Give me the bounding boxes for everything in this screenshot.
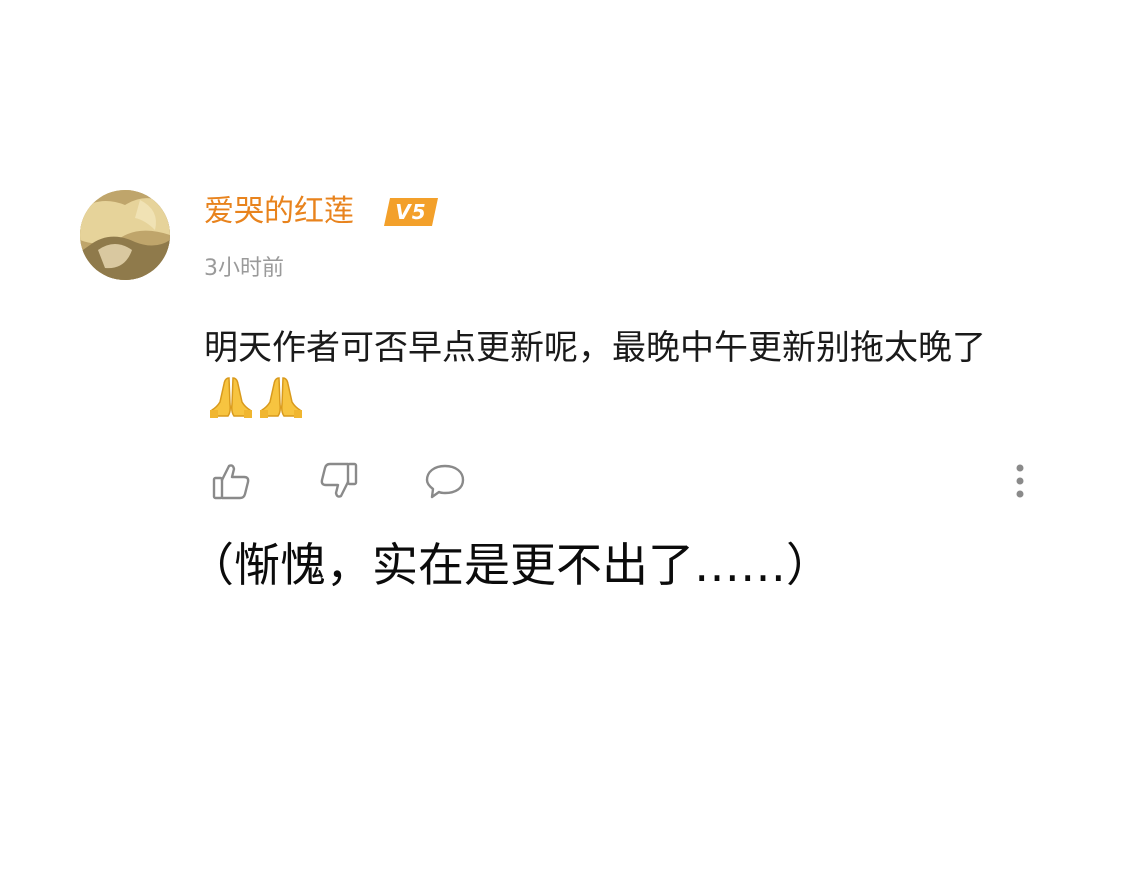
caption-text: （惭愧，实在是更不出了……） <box>188 538 832 592</box>
user-avatar[interactable] <box>80 190 170 280</box>
comment-bubble-icon <box>425 464 465 499</box>
level-badge: V5 <box>382 196 440 228</box>
thumbs-down-icon <box>320 462 358 498</box>
thumbs-up-icon <box>212 464 250 500</box>
level-badge-label: V5 <box>395 200 427 224</box>
folded-hands-icon <box>258 374 304 433</box>
folded-hands-icon <box>208 374 254 433</box>
like-button[interactable] <box>208 458 254 504</box>
more-options-button[interactable] <box>1000 458 1040 504</box>
comment-text: 明天作者可否早点更新呢，最晚中午更新别拖太晚了 <box>204 328 986 368</box>
comment-body: 明天作者可否早点更新呢，最晚中午更新别拖太晚了 <box>204 322 1034 433</box>
dislike-button[interactable] <box>316 458 362 504</box>
username[interactable]: 爱哭的红莲 <box>204 190 354 234</box>
reply-button[interactable] <box>422 458 468 504</box>
more-vertical-icon <box>1016 464 1024 498</box>
comment-timestamp: 3小时前 <box>204 256 284 281</box>
